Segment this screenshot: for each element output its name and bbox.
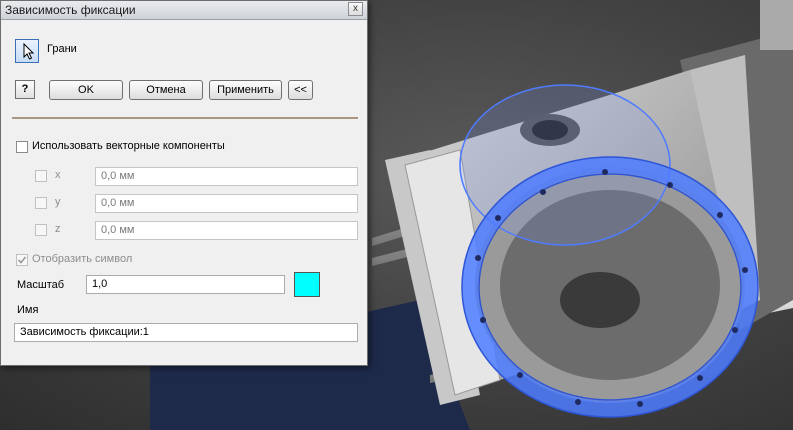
close-icon: x xyxy=(353,3,358,14)
show-symbol-checkbox[interactable] xyxy=(16,254,28,266)
x-component-label: x xyxy=(55,169,61,181)
x-component-checkbox[interactable] xyxy=(35,170,47,182)
cancel-button[interactable]: Отмена xyxy=(129,80,203,100)
apply-button[interactable]: Применить xyxy=(209,80,282,100)
z-component-label: z xyxy=(55,223,61,235)
symbol-color-button[interactable] xyxy=(294,272,320,297)
use-vector-components-checkbox[interactable] xyxy=(16,141,28,153)
name-label: Имя xyxy=(17,304,39,316)
fix-constraint-dialog: Зависимость фиксации x Грани ? OK Отмена… xyxy=(0,0,368,366)
scale-field[interactable]: 1,0 xyxy=(86,275,285,294)
divider xyxy=(12,117,358,119)
faces-select-button[interactable] xyxy=(15,39,39,63)
y-component-field[interactable]: 0,0 мм xyxy=(95,194,358,213)
dialog-titlebar[interactable]: Зависимость фиксации x xyxy=(1,1,367,20)
faces-label: Грани xyxy=(47,43,77,55)
cursor-arrow-icon xyxy=(23,42,35,60)
x-component-field[interactable]: 0,0 мм xyxy=(95,167,358,186)
show-symbol-label: Отобразить символ xyxy=(32,253,133,265)
z-component-field[interactable]: 0,0 мм xyxy=(95,221,358,240)
dialog-title: Зависимость фиксации xyxy=(5,3,136,17)
help-icon: ? xyxy=(21,83,29,95)
y-component-checkbox[interactable] xyxy=(35,197,47,209)
checkmark-icon xyxy=(17,256,27,264)
z-component-checkbox[interactable] xyxy=(35,224,47,236)
use-vector-components-label: Использовать векторные компоненты xyxy=(32,140,225,152)
collapse-button[interactable]: << xyxy=(288,80,313,100)
y-component-label: y xyxy=(55,196,61,208)
name-field[interactable]: Зависимость фиксации:1 xyxy=(14,323,358,342)
ok-button[interactable]: OK xyxy=(49,80,123,100)
help-button[interactable]: ? xyxy=(15,80,35,99)
close-button[interactable]: x xyxy=(348,2,363,16)
scale-label: Масштаб xyxy=(17,279,65,291)
